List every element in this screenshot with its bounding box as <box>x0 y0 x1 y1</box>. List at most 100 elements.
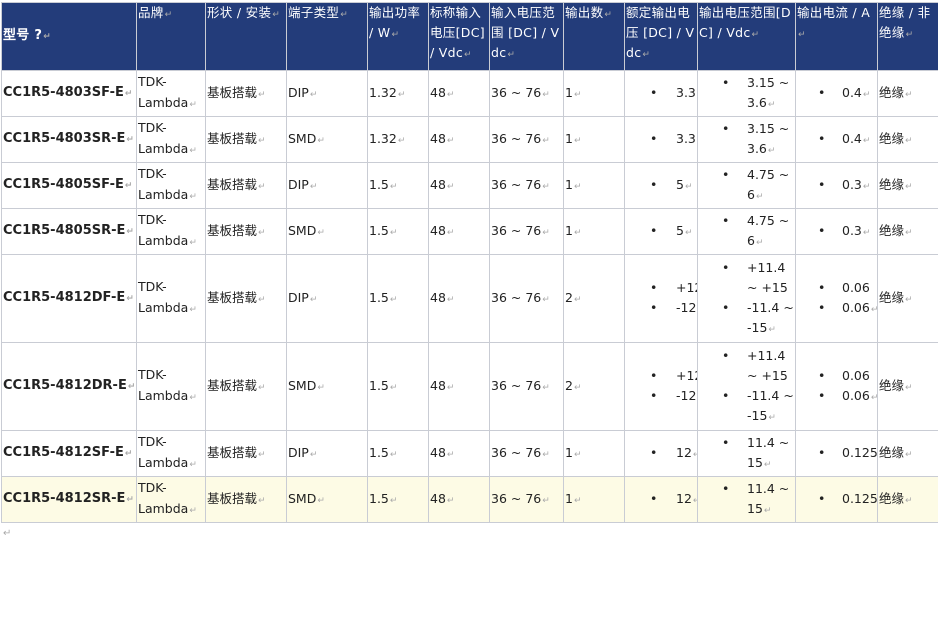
cell-output-range[interactable]: 3.15 ~ 3.6↵ <box>697 70 796 117</box>
cell-output-current[interactable]: 0.3↵ <box>795 162 878 209</box>
cell-rated-output[interactable]: 5↵ <box>624 162 698 209</box>
cell-input-range[interactable]: 36 ~ 76↵ <box>489 116 564 163</box>
cell-outputs[interactable]: 1↵ <box>563 70 625 117</box>
header-power[interactable]: 输出功率 / W↵ <box>367 2 429 71</box>
cell-rated-output[interactable]: 3.3↵ <box>624 116 698 163</box>
cell-output-range[interactable]: 11.4 ~ 15↵ <box>697 430 796 477</box>
cell-output-range[interactable]: +11.4 ~ +15-11.4 ~ -15↵ <box>697 254 796 343</box>
cell-terminal[interactable]: DIP↵ <box>286 70 368 117</box>
cell-isolation[interactable]: 绝缘↵ <box>877 476 938 523</box>
cell-output-current[interactable]: 0.060.06↵ <box>795 254 878 343</box>
cell-brand[interactable]: TDK-Lambda↵ <box>136 254 206 343</box>
cell-input-range[interactable]: 36 ~ 76↵ <box>489 254 564 343</box>
cell-power[interactable]: 1.5↵ <box>367 162 429 209</box>
cell-nominal-input[interactable]: 48↵ <box>428 162 490 209</box>
cell-output-range[interactable]: +11.4 ~ +15-11.4 ~ -15↵ <box>697 342 796 431</box>
cell-output-range[interactable]: 4.75 ~ 6↵ <box>697 162 796 209</box>
cell-output-range[interactable]: 11.4 ~ 15↵ <box>697 476 796 523</box>
cell-nominal-input[interactable]: 48↵ <box>428 430 490 477</box>
table-row[interactable]: CC1R5-4812SF-E↵ TDK-Lambda↵ 基板搭载↵ DIP↵ 1.5↵ 4… <box>1 430 938 477</box>
cell-terminal[interactable]: SMD↵ <box>286 116 368 163</box>
cell-power[interactable]: 1.5↵ <box>367 208 429 255</box>
cell-input-range[interactable]: 36 ~ 76↵ <box>489 162 564 209</box>
cell-output-current[interactable]: 0.3↵ <box>795 208 878 255</box>
cell-terminal[interactable]: SMD↵ <box>286 342 368 431</box>
cell-power[interactable]: 1.5↵ <box>367 430 429 477</box>
cell-outputs[interactable]: 1↵ <box>563 162 625 209</box>
cell-rated-output[interactable]: 12↵ <box>624 476 698 523</box>
cell-isolation[interactable]: 绝缘↵ <box>877 342 938 431</box>
table-row[interactable]: CC1R5-4805SR-E↵ TDK-Lambda↵ 基板搭载↵ SMD↵ 1.5↵ 4… <box>1 208 938 255</box>
cell-brand[interactable]: TDK-Lambda↵ <box>136 208 206 255</box>
cell-output-current[interactable]: 0.125↵ <box>795 430 878 477</box>
cell-rated-output[interactable]: 3.3↵ <box>624 70 698 117</box>
cell-outputs[interactable]: 1↵ <box>563 208 625 255</box>
cell-nominal-input[interactable]: 48↵ <box>428 116 490 163</box>
cell-nominal-input[interactable]: 48↵ <box>428 208 490 255</box>
table-row[interactable]: CC1R5-4812SR-E↵ TDK-Lambda↵ 基板搭载↵ SMD↵ 1.5↵ 4… <box>1 476 938 523</box>
cell-rated-output[interactable]: +12 -12↵ <box>624 342 698 431</box>
cell-outputs[interactable]: 1↵ <box>563 476 625 523</box>
cell-terminal[interactable]: DIP↵ <box>286 162 368 209</box>
cell-mount[interactable]: 基板搭载↵ <box>205 254 287 343</box>
header-output-current[interactable]: 输出电流 / A↵ <box>795 2 878 71</box>
cell-nominal-input[interactable]: 48↵ <box>428 342 490 431</box>
cell-brand[interactable]: TDK-Lambda↵ <box>136 116 206 163</box>
cell-nominal-input[interactable]: 48↵ <box>428 70 490 117</box>
cell-nominal-input[interactable]: 48↵ <box>428 476 490 523</box>
cell-terminal[interactable]: SMD↵ <box>286 208 368 255</box>
header-model[interactable]: 型号 ?↵ <box>1 2 137 71</box>
cell-isolation[interactable]: 绝缘↵ <box>877 162 938 209</box>
table-row[interactable]: CC1R5-4805SF-E↵ TDK-Lambda↵ 基板搭载↵ DIP↵ 1.5↵ 4… <box>1 162 938 209</box>
cell-output-current[interactable]: 0.125↵ <box>795 476 878 523</box>
cell-output-current[interactable]: 0.4↵ <box>795 116 878 163</box>
cell-output-range[interactable]: 4.75 ~ 6↵ <box>697 208 796 255</box>
cell-outputs[interactable]: 1↵ <box>563 116 625 163</box>
header-output-range[interactable]: 输出电压范围[DC] / Vdc↵ <box>697 2 796 71</box>
cell-mount[interactable]: 基板搭载↵ <box>205 342 287 431</box>
cell-mount[interactable]: 基板搭载↵ <box>205 430 287 477</box>
cell-terminal[interactable]: DIP↵ <box>286 254 368 343</box>
cell-power[interactable]: 1.32↵ <box>367 116 429 163</box>
cell-input-range[interactable]: 36 ~ 76↵ <box>489 208 564 255</box>
cell-model[interactable]: CC1R5-4803SF-E↵ <box>1 70 137 117</box>
cell-model[interactable]: CC1R5-4805SR-E↵ <box>1 208 137 255</box>
cell-output-range[interactable]: 3.15 ~ 3.6↵ <box>697 116 796 163</box>
cell-model[interactable]: CC1R5-4803SR-E↵ <box>1 116 137 163</box>
cell-input-range[interactable]: 36 ~ 76↵ <box>489 70 564 117</box>
cell-brand[interactable]: TDK-Lambda↵ <box>136 430 206 477</box>
cell-mount[interactable]: 基板搭载↵ <box>205 116 287 163</box>
cell-isolation[interactable]: 绝缘↵ <box>877 70 938 117</box>
cell-mount[interactable]: 基板搭载↵ <box>205 476 287 523</box>
cell-rated-output[interactable]: 12↵ <box>624 430 698 477</box>
cell-model[interactable]: CC1R5-4805SF-E↵ <box>1 162 137 209</box>
table-row[interactable]: CC1R5-4803SF-E↵ TDK-Lambda↵ 基板搭载↵ DIP↵ 1.32↵… <box>1 70 938 117</box>
table-row[interactable]: CC1R5-4812DR-E↵ TDK-Lambda↵ 基板搭载↵ SMD↵ 1.5↵ 4… <box>1 342 938 431</box>
cell-brand[interactable]: TDK-Lambda↵ <box>136 162 206 209</box>
header-mount[interactable]: 形状 / 安装↵ <box>205 2 287 71</box>
cell-terminal[interactable]: DIP↵ <box>286 430 368 477</box>
cell-model[interactable]: CC1R5-4812SF-E↵ <box>1 430 137 477</box>
cell-outputs[interactable]: 2↵ <box>563 342 625 431</box>
cell-model[interactable]: CC1R5-4812DR-E↵ <box>1 342 137 431</box>
cell-power[interactable]: 1.5↵ <box>367 342 429 431</box>
cell-isolation[interactable]: 绝缘↵ <box>877 254 938 343</box>
header-brand[interactable]: 品牌↵ <box>136 2 206 71</box>
cell-mount[interactable]: 基板搭载↵ <box>205 70 287 117</box>
cell-isolation[interactable]: 绝缘↵ <box>877 208 938 255</box>
cell-input-range[interactable]: 36 ~ 76↵ <box>489 430 564 477</box>
header-input-range[interactable]: 输入电压范围 [DC] / Vdc↵ <box>489 2 564 71</box>
cell-nominal-input[interactable]: 48↵ <box>428 254 490 343</box>
cell-power[interactable]: 1.5↵ <box>367 254 429 343</box>
cell-power[interactable]: 1.5↵ <box>367 476 429 523</box>
header-terminal[interactable]: 端子类型↵ <box>286 2 368 71</box>
cell-input-range[interactable]: 36 ~ 76↵ <box>489 342 564 431</box>
cell-rated-output[interactable]: +12 -12↵ <box>624 254 698 343</box>
cell-output-current[interactable]: 0.060.06↵ <box>795 342 878 431</box>
cell-isolation[interactable]: 绝缘↵ <box>877 116 938 163</box>
cell-model[interactable]: CC1R5-4812SR-E↵ <box>1 476 137 523</box>
cell-input-range[interactable]: 36 ~ 76↵ <box>489 476 564 523</box>
cell-isolation[interactable]: 绝缘↵ <box>877 430 938 477</box>
cell-brand[interactable]: TDK-Lambda↵ <box>136 342 206 431</box>
header-isolation[interactable]: 绝缘 / 非绝缘↵ <box>877 2 938 71</box>
